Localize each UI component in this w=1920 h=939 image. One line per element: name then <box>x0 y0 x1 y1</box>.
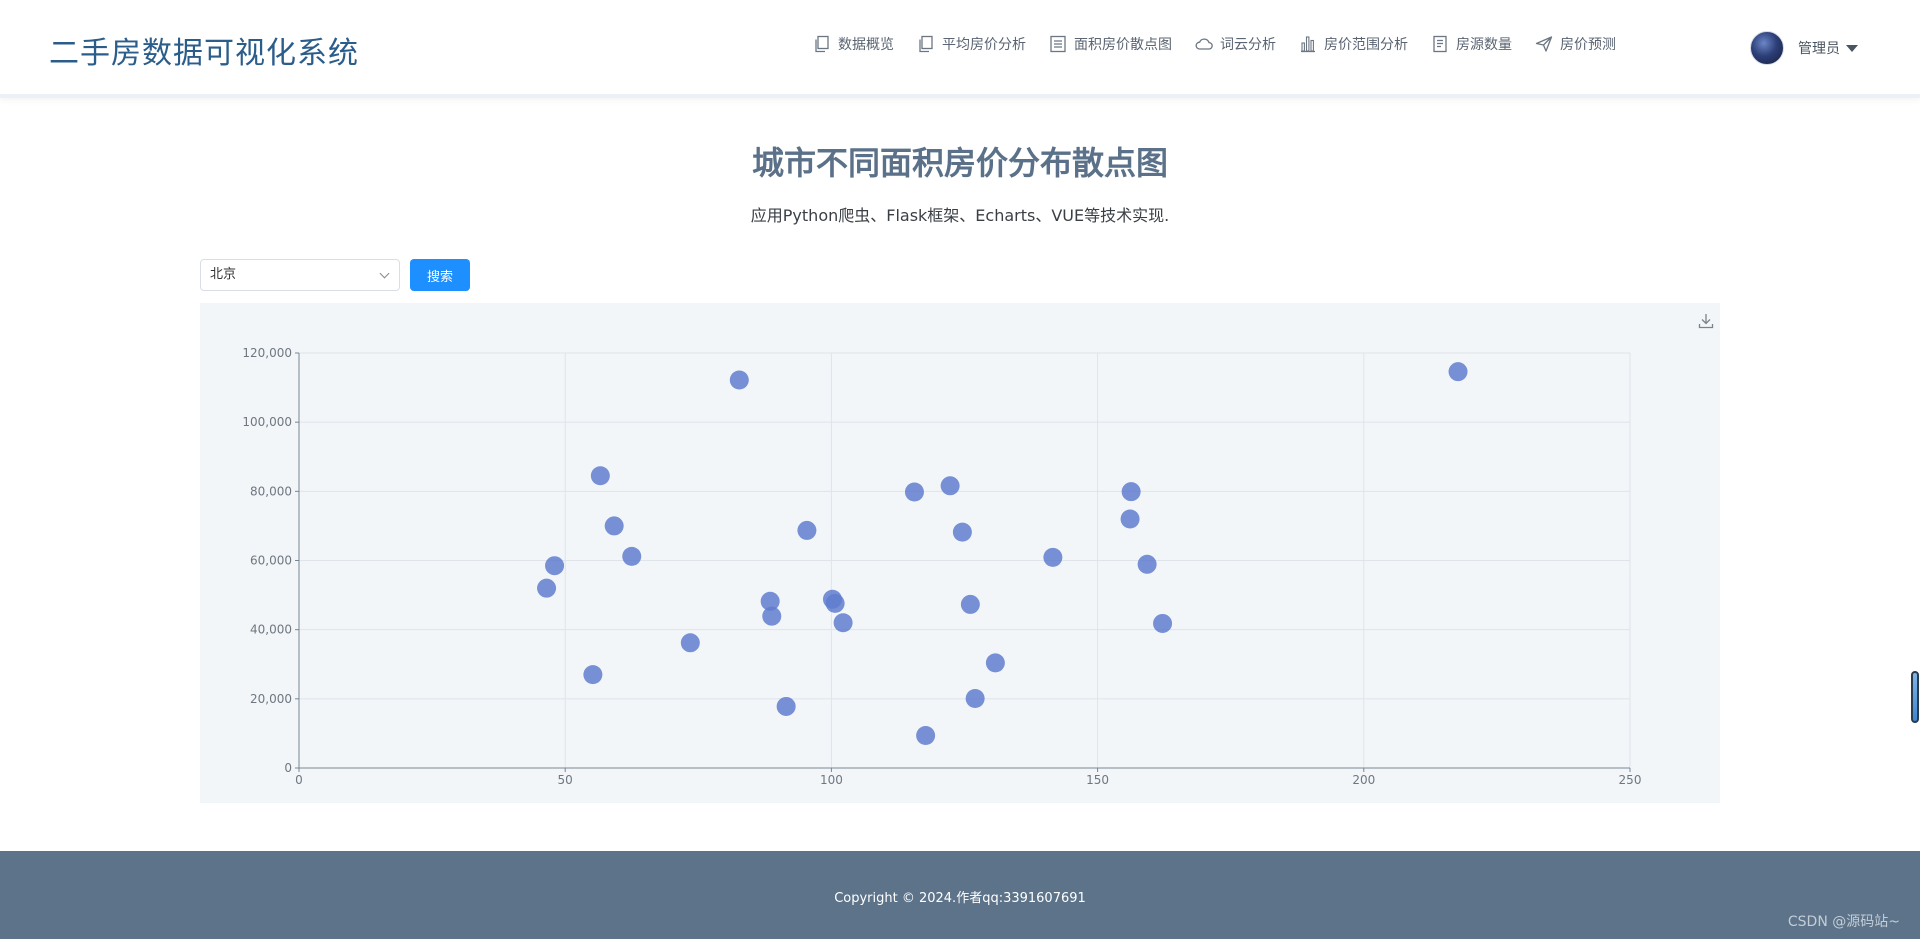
x-tick-label: 250 <box>1619 773 1642 787</box>
nav-item-area-scatter[interactable]: 面积房价散点图 <box>1048 34 1172 54</box>
x-tick-label: 0 <box>295 773 303 787</box>
nav-item-label: 房源数量 <box>1456 37 1512 53</box>
scatter-chart: 0 20,000 40,000 60,000 80,000 100,000 120,000 0… <box>242 346 1642 787</box>
copy-icon <box>919 35 933 53</box>
y-tick-label: 100,000 <box>242 415 292 429</box>
city-select-value: 北京 <box>210 267 237 282</box>
page-title: 城市不同面积房价分布散点图 <box>751 144 1168 182</box>
x-tick-label: 200 <box>1352 773 1375 787</box>
scatter-point <box>1043 547 1063 567</box>
page-subtitle: 应用Python爬虫、Flask框架、Echarts、VUE等技术实现. <box>750 206 1170 225</box>
scatter-point <box>965 688 985 708</box>
scrollbar-thumb[interactable] <box>1911 671 1919 723</box>
document-icon <box>1433 35 1447 53</box>
scatter-point <box>825 593 845 613</box>
y-tick-label: 60,000 <box>250 554 292 568</box>
y-tick-label: 20,000 <box>250 692 292 706</box>
scatter-point <box>916 725 936 745</box>
scatter-point <box>797 520 817 540</box>
scatter-point <box>622 546 642 566</box>
scatter-point <box>904 482 924 502</box>
scatter-point <box>776 696 796 716</box>
scatter-point <box>537 578 557 598</box>
nav-item-listing-count[interactable]: 房源数量 <box>1430 34 1512 54</box>
search-button[interactable]: 搜索 <box>410 259 470 291</box>
city-select[interactable]: 北京 <box>200 259 400 291</box>
nav-item-price-prediction[interactable]: 房价预测 <box>1534 34 1616 54</box>
nav-item-label: 房价范围分析 <box>1324 37 1408 53</box>
nav-item-word-cloud[interactable]: 词云分析 <box>1194 34 1276 54</box>
scatter-point <box>680 633 700 653</box>
y-tick-label: 40,000 <box>250 623 292 637</box>
top-navbar: 二手房数据可视化系统 数据概览 平均房价分析 面积房价散点图 词云分析 房价范围… <box>0 0 1920 98</box>
scatter-point <box>833 613 853 633</box>
scatter-point <box>583 665 603 685</box>
scatter-point <box>1121 482 1141 502</box>
x-tick-label: 50 <box>558 773 573 787</box>
send-icon <box>1535 36 1553 52</box>
user-name[interactable]: 管理员 <box>1798 38 1840 58</box>
nav-item-data-overview[interactable]: 数据概览 <box>812 34 894 54</box>
nav-item-label: 词云分析 <box>1220 37 1276 53</box>
nav-item-label: 平均房价分析 <box>942 37 1026 53</box>
user-menu[interactable]: 管理员 <box>1750 31 1858 65</box>
scatter-point <box>1153 613 1173 633</box>
nav-item-avg-price[interactable]: 平均房价分析 <box>916 34 1026 54</box>
list-icon <box>1050 35 1066 53</box>
y-tick-label: 0 <box>284 761 292 775</box>
scatter-point <box>960 594 980 614</box>
footer: Copyright © 2024.作者qq:3391607691 CSDN @源… <box>0 851 1920 939</box>
avatar[interactable] <box>1750 31 1784 65</box>
nav-item-label: 面积房价散点图 <box>1074 37 1172 53</box>
x-tick-label: 100 <box>820 773 843 787</box>
cloud-icon <box>1195 38 1213 50</box>
copy-icon <box>815 35 829 53</box>
scatter-point <box>1137 554 1157 574</box>
scatter-chart-panel: 0 20,000 40,000 60,000 80,000 100,000 120,000 0… <box>200 303 1720 803</box>
scatter-point <box>604 516 624 536</box>
nav-item-label: 房价预测 <box>1560 37 1616 53</box>
scatter-point <box>729 370 749 390</box>
x-tick-label: 150 <box>1086 773 1109 787</box>
scatter-point <box>952 522 972 542</box>
scatter-point <box>762 606 782 626</box>
scatter-point <box>1120 509 1140 529</box>
caret-down-icon[interactable] <box>1846 44 1858 52</box>
nav-item-label: 数据概览 <box>838 37 894 53</box>
main-nav: 数据概览 平均房价分析 面积房价散点图 词云分析 房价范围分析 房源数量 房价预… <box>812 34 1638 54</box>
download-icon[interactable] <box>1696 311 1716 331</box>
scatter-point <box>1448 362 1468 382</box>
scatter-point <box>940 476 960 496</box>
brand-title[interactable]: 二手房数据可视化系统 <box>49 28 359 72</box>
y-tick-label: 80,000 <box>250 484 292 498</box>
scatter-point <box>590 466 610 486</box>
scatter-point <box>985 653 1005 673</box>
chevron-down-icon <box>379 268 390 279</box>
copyright-text: Copyright © 2024.作者qq:3391607691 <box>834 891 1086 906</box>
watermark-text: CSDN @源码站~ <box>1787 914 1900 930</box>
bar-chart-icon <box>1301 36 1315 53</box>
nav-item-price-range[interactable]: 房价范围分析 <box>1298 34 1408 54</box>
scatter-point <box>545 556 565 576</box>
y-tick-label: 120,000 <box>242 346 292 360</box>
